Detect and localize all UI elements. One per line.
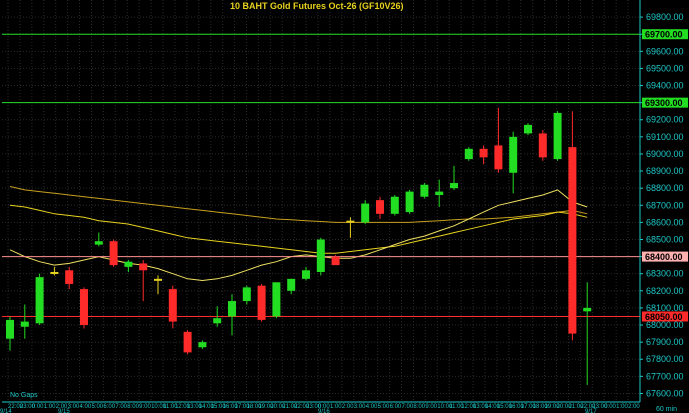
candle-body: [420, 184, 429, 197]
candle-body: [331, 256, 340, 266]
chart-title: 10 BAHT Gold Futures Oct-26 (GF10V26): [230, 1, 404, 11]
y-tick-label: 68300.00: [646, 269, 684, 279]
x-tick-label: 6:00: [390, 404, 402, 410]
candle-body: [361, 203, 370, 223]
level-label: 68050.00: [645, 312, 683, 322]
candle-body: [6, 319, 14, 339]
interval-label: 60 min: [656, 406, 677, 413]
x-tick-label: 1:00: [44, 404, 56, 410]
candle-body: [390, 196, 399, 214]
y-tick-label: 67900.00: [646, 337, 684, 347]
candle-body: [20, 321, 29, 327]
x-tick-label: 5:00: [378, 404, 390, 410]
candle-body: [494, 145, 503, 170]
candle-body: [538, 133, 547, 158]
candle-body: [302, 270, 310, 279]
y-tick-label: 68200.00: [646, 286, 684, 296]
candle-body: [257, 285, 266, 320]
candle-body: [376, 200, 384, 214]
candle-body: [213, 318, 222, 324]
candle-body: [242, 287, 251, 302]
candle-body: [80, 289, 88, 326]
x-tick-label: 9:00: [139, 404, 151, 410]
candle-body: [50, 271, 59, 274]
candle-body: [139, 263, 148, 271]
candle-body: [435, 191, 444, 196]
y-tick-label: 68600.00: [646, 217, 684, 227]
candle-body: [450, 183, 458, 189]
y-tick-label: 68500.00: [646, 234, 684, 244]
candle-body: [94, 241, 103, 245]
y-tick-label: 69600.00: [646, 46, 684, 56]
x-tick-label: 7:00: [115, 404, 127, 410]
x-tick-label: 4:00: [80, 404, 92, 410]
y-tick-label: 69100.00: [646, 132, 684, 142]
y-tick-label: 69800.00: [646, 12, 684, 22]
gold-futures-chart: 67600.0067700.0067800.0067900.0068000.00…: [0, 0, 689, 413]
no-gaps-label: No Gaps: [10, 392, 38, 399]
x-tick-label: 0:00: [604, 404, 616, 410]
candle-body: [154, 278, 162, 281]
x-tick-label: 2:00: [628, 404, 640, 410]
x-tick-label: 3:00: [354, 404, 366, 410]
x-tick-label: 8:00: [127, 404, 139, 410]
candle-body: [464, 148, 473, 160]
date-label: 9/15: [58, 409, 70, 413]
y-tick-label: 69500.00: [646, 63, 684, 73]
date-label: 9/16: [318, 409, 330, 413]
candle-body: [65, 270, 74, 284]
candle-body: [509, 136, 518, 173]
candle-body: [346, 220, 355, 223]
x-tick-label: 9:00: [425, 404, 437, 410]
date-label: 9/14: [0, 409, 12, 413]
candle-body: [553, 112, 562, 160]
candle-body: [124, 261, 133, 267]
y-tick-label: 67600.00: [646, 388, 684, 398]
candle-body: [405, 191, 414, 213]
candle-body: [287, 278, 296, 291]
y-tick-label: 68700.00: [646, 200, 684, 210]
candle-body: [568, 147, 577, 334]
x-tick-label: 7:00: [402, 404, 414, 410]
x-tick-label: 4:00: [366, 404, 378, 410]
x-tick-label: 2:00: [342, 404, 354, 410]
candle-body: [479, 148, 488, 158]
y-tick-label: 68900.00: [646, 166, 684, 176]
x-tick-label: 8:00: [413, 404, 425, 410]
y-tick-label: 68800.00: [646, 183, 684, 193]
candle-body: [524, 124, 532, 134]
y-tick-label: 67700.00: [646, 371, 684, 381]
level-label: 69300.00: [645, 98, 683, 108]
y-tick-label: 67800.00: [646, 354, 684, 364]
x-tick-label: 0:00: [32, 404, 44, 410]
candle-body: [183, 331, 192, 353]
y-tick-label: 69200.00: [646, 115, 684, 125]
candle-body: [198, 342, 207, 348]
x-tick-label: 5:00: [91, 404, 103, 410]
candle-body: [583, 307, 592, 312]
y-tick-label: 69000.00: [646, 149, 684, 159]
x-tick-label: 6:00: [103, 404, 115, 410]
y-tick-label: 69400.00: [646, 81, 684, 91]
x-tick-label: 1:00: [616, 404, 628, 410]
candle-body: [272, 282, 281, 317]
x-tick-label: 1:00: [330, 404, 342, 410]
candle-body: [168, 289, 177, 322]
level-label: 69700.00: [645, 30, 683, 40]
level-label: 68400.00: [645, 252, 683, 262]
date-label: 9/17: [585, 409, 597, 413]
candle-body: [228, 301, 236, 317]
candle-body: [35, 277, 44, 324]
candle-body: [109, 241, 118, 266]
candle-body: [316, 239, 325, 272]
